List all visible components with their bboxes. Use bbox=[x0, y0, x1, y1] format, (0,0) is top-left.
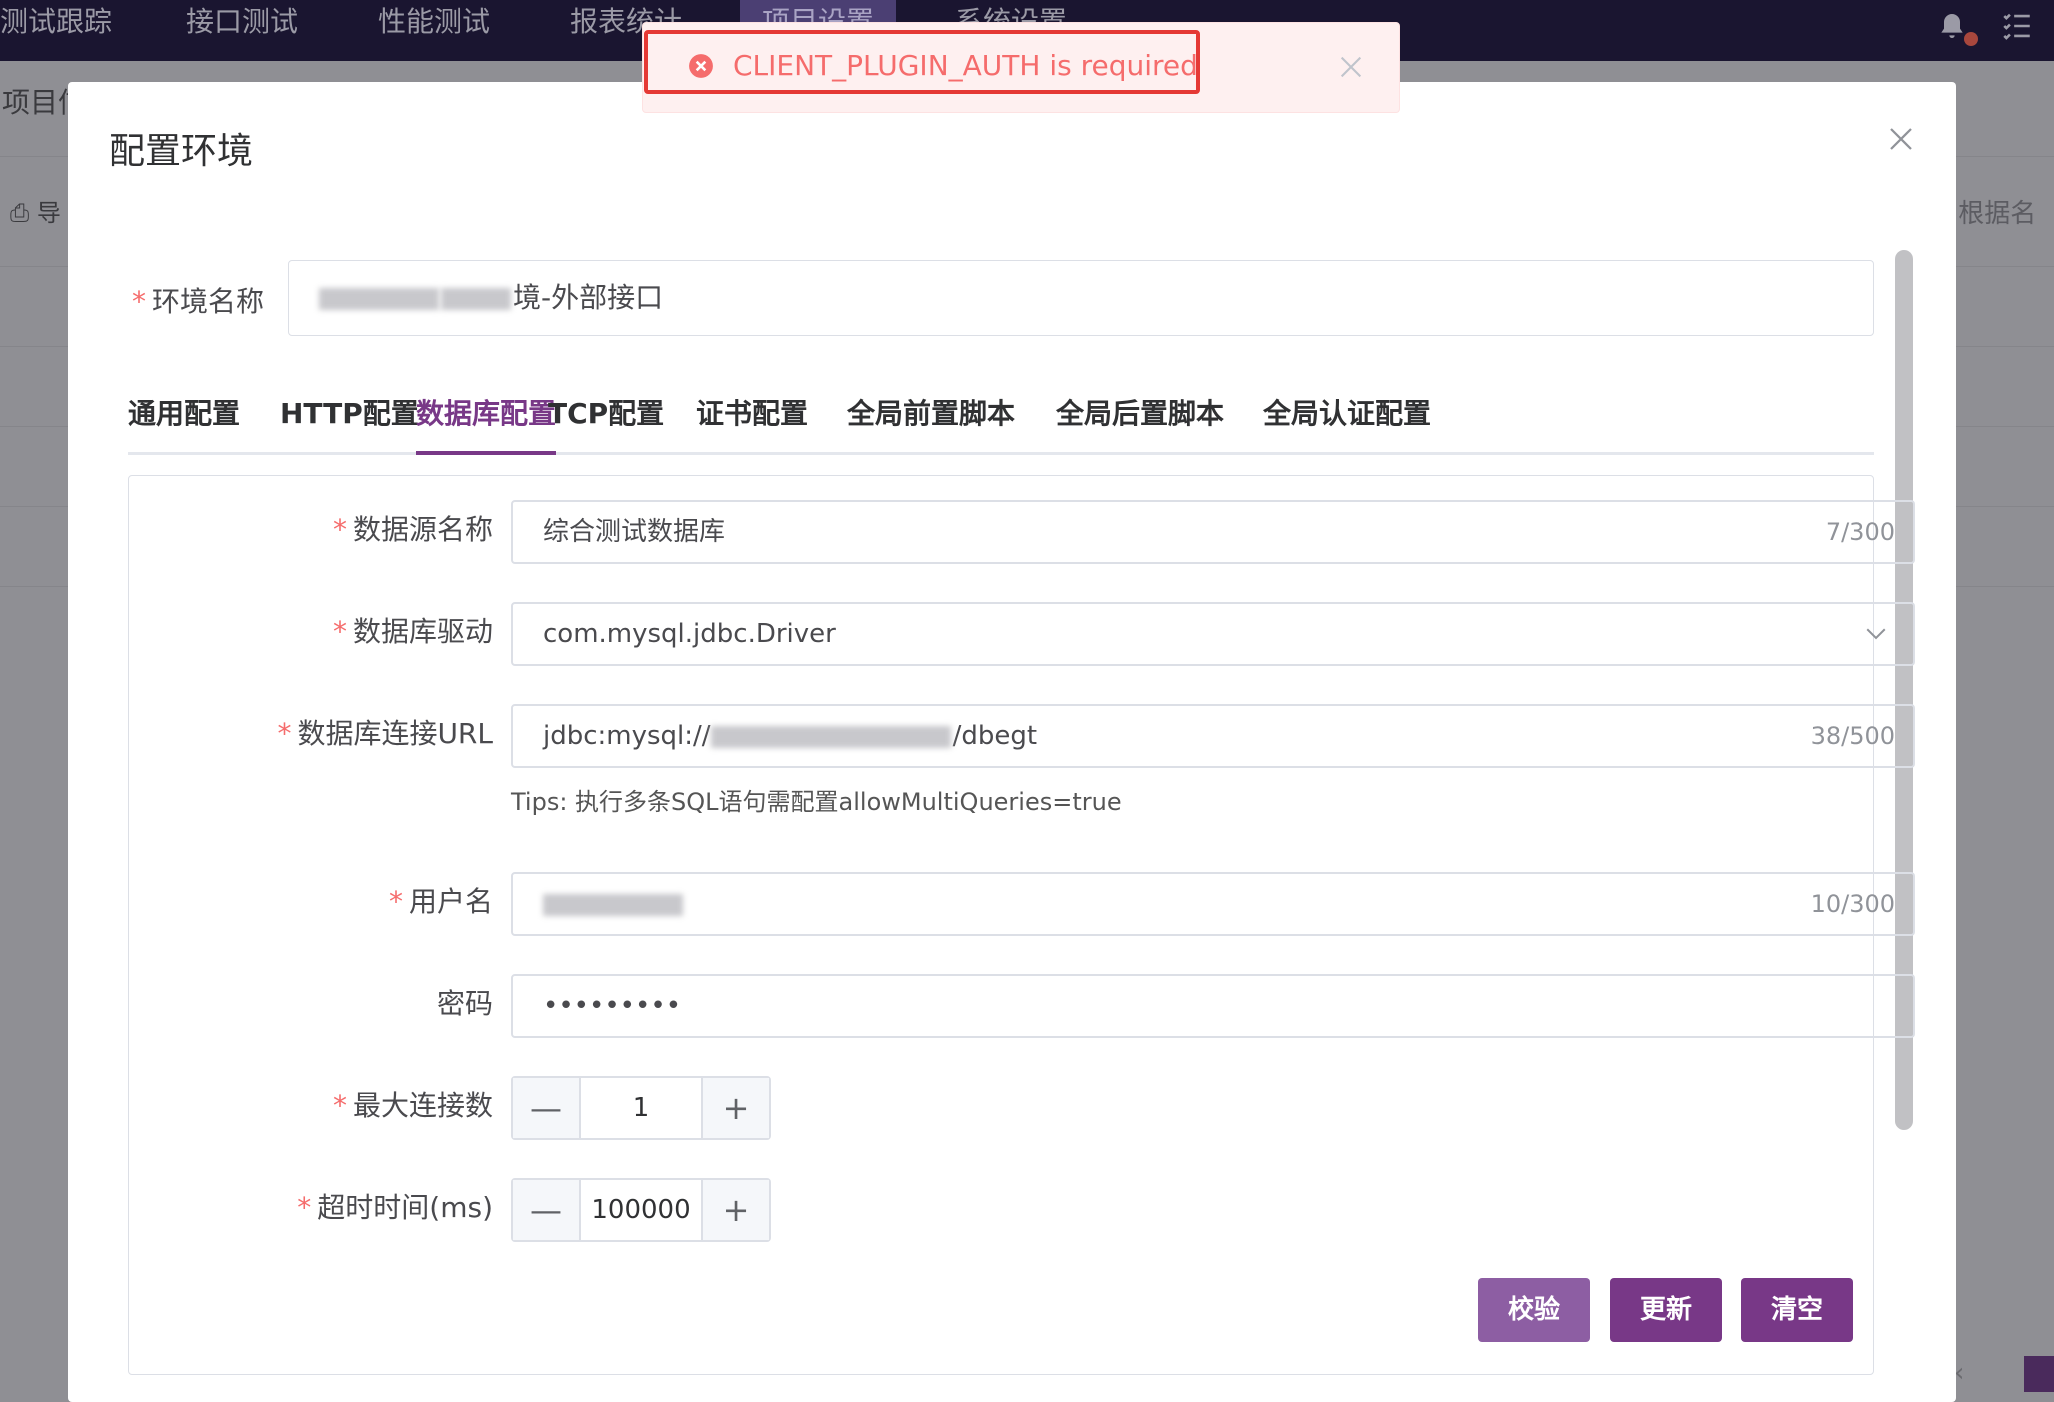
validate-button[interactable]: 校验 bbox=[1478, 1278, 1590, 1342]
url-tips: Tips: 执行多条SQL语句需配置allowMultiQueries=true bbox=[511, 788, 1122, 816]
decrement-button[interactable]: — bbox=[513, 1078, 581, 1138]
username-label: * 用户名 bbox=[388, 885, 493, 918]
timeout-stepper: — 100000 + bbox=[511, 1178, 771, 1242]
top-nav-icons bbox=[1936, 8, 2034, 48]
tab-certificate-config[interactable]: 证书配置 bbox=[696, 392, 808, 452]
database-config-panel: * 数据源名称 综合测试数据库 7/300 * 数据库驱动 com.mysql.jd… bbox=[128, 475, 1915, 1375]
datasource-name-input[interactable]: 综合测试数据库 7/300 bbox=[511, 500, 1915, 564]
driver-label: * 数据库驱动 bbox=[332, 615, 493, 648]
nav-item-test-tracking[interactable]: 测试跟踪 bbox=[0, 0, 112, 61]
password-input[interactable]: ••••••••• bbox=[511, 974, 1915, 1038]
nav-item-performance-test[interactable]: 性能测试 bbox=[378, 0, 490, 61]
bell-icon[interactable] bbox=[1936, 10, 1978, 46]
db-url-label: * 数据库连接URL bbox=[277, 717, 493, 750]
env-name-label: * 环境名称 bbox=[132, 285, 265, 318]
decrement-button[interactable]: — bbox=[513, 1180, 581, 1240]
notification-dot bbox=[1964, 32, 1978, 46]
chevron-left-icon: ‹ bbox=[1954, 1358, 1965, 1388]
update-button[interactable]: 更新 bbox=[1610, 1278, 1722, 1342]
chevron-down-icon bbox=[1866, 628, 1886, 640]
char-count: 7/300 bbox=[1825, 518, 1895, 546]
close-icon[interactable] bbox=[1886, 124, 1916, 154]
username-input[interactable]: 10/300 bbox=[511, 872, 1915, 936]
max-connections-label: * 最大连接数 bbox=[332, 1089, 493, 1122]
env-name-input[interactable]: 境-外部接口 bbox=[288, 260, 1874, 336]
nav-item-api-test[interactable]: 接口测试 bbox=[186, 0, 298, 61]
db-url-input[interactable]: jdbc:mysql:///dbegt 38/500 bbox=[511, 704, 1915, 768]
timeout-label: * 超时时间(ms) bbox=[297, 1191, 493, 1224]
tab-general-config[interactable]: 通用配置 bbox=[128, 392, 240, 452]
toast-highlight-box bbox=[644, 30, 1200, 94]
datasource-name-label: * 数据源名称 bbox=[332, 513, 493, 546]
background-bottom-button bbox=[2024, 1356, 2054, 1392]
config-tabs: 通用配置 HTTP配置 数据库配置 TCP配置 证书配置 全局前置脚本 全局后置… bbox=[128, 392, 1874, 455]
increment-button[interactable]: + bbox=[701, 1078, 769, 1138]
config-environment-dialog: 配置环境 * 环境名称 境-外部接口 通用配置 HTTP配置 数据库配置 TCP配… bbox=[68, 82, 1956, 1402]
increment-button[interactable]: + bbox=[701, 1180, 769, 1240]
dialog-title: 配置环境 bbox=[109, 131, 254, 172]
background-toolbar-item: ⎙ 导 bbox=[10, 199, 61, 227]
task-list-icon[interactable] bbox=[2000, 9, 2034, 47]
char-count: 38/500 bbox=[1810, 722, 1895, 750]
driver-select[interactable]: com.mysql.jdbc.Driver bbox=[511, 602, 1915, 666]
max-connections-stepper: — 1 + bbox=[511, 1076, 771, 1140]
tab-global-post-script[interactable]: 全局后置脚本 bbox=[1056, 392, 1224, 452]
max-connections-value[interactable]: 1 bbox=[581, 1078, 701, 1138]
close-icon bbox=[1340, 56, 1362, 78]
tab-database-config[interactable]: 数据库配置 bbox=[416, 392, 557, 455]
clear-button[interactable]: 清空 bbox=[1741, 1278, 1853, 1342]
char-count: 10/300 bbox=[1810, 890, 1895, 918]
tab-global-auth-config[interactable]: 全局认证配置 bbox=[1263, 392, 1431, 452]
tab-global-pre-script[interactable]: 全局前置脚本 bbox=[847, 392, 1015, 452]
tab-tcp-config[interactable]: TCP配置 bbox=[548, 392, 664, 452]
tab-http-config[interactable]: HTTP配置 bbox=[280, 392, 419, 452]
password-label: 密码 bbox=[436, 987, 493, 1020]
timeout-value[interactable]: 100000 bbox=[581, 1180, 701, 1240]
